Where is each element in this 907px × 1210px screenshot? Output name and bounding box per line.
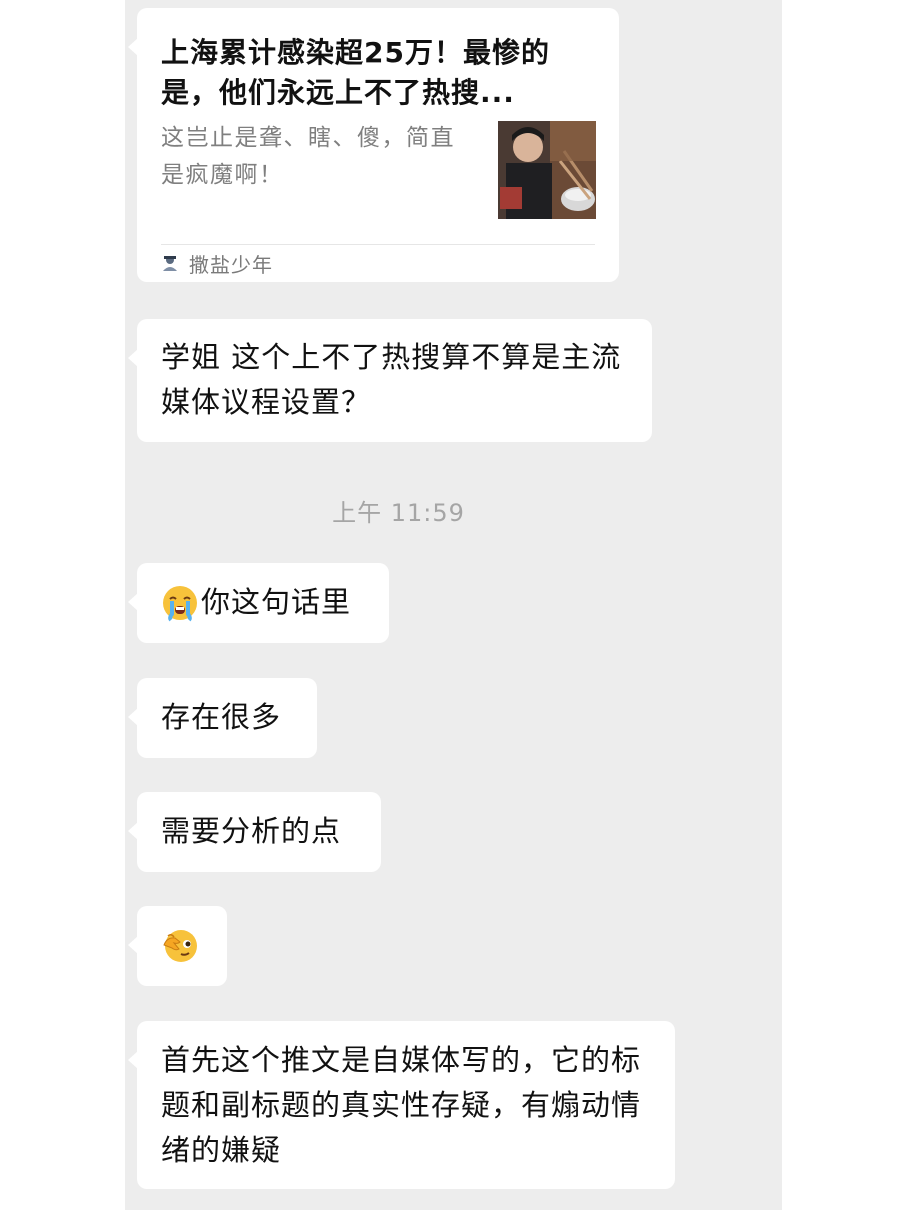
facepalm-emoji-icon: [163, 929, 197, 962]
crying-face-emoji-icon: [163, 585, 197, 621]
page: 上海累计感染超25万！最惨的是，他们永远上不了热搜... 这岂止是聋、瞎、傻，简…: [0, 0, 907, 1210]
chat-area[interactable]: 上海累计感染超25万！最惨的是，他们永远上不了热搜... 这岂止是聋、瞎、傻，简…: [125, 0, 782, 1210]
article-title: 上海累计感染超25万！最惨的是，他们永远上不了热搜...: [161, 36, 550, 109]
message-bubble[interactable]: 需要分析的点: [128, 792, 381, 872]
source-name: 撒盐少年: [189, 252, 273, 277]
article-thumbnail: [498, 121, 596, 219]
article-source[interactable]: 撒盐少年: [161, 250, 273, 277]
message-text: 存在很多: [161, 700, 282, 734]
message-bubble[interactable]: [128, 906, 227, 986]
message-text: 首先这个推文是自媒体写的，它的标题和副标题的真实性存疑，有煽动情绪的嫌疑: [161, 1043, 642, 1167]
message-bubble[interactable]: 首先这个推文是自媒体写的，它的标题和副标题的真实性存疑，有煽动情绪的嫌疑: [128, 1021, 675, 1189]
message-text: 你这句话里: [201, 585, 352, 619]
message-bubble[interactable]: 你这句话里: [128, 563, 389, 643]
source-avatar-icon: [163, 256, 177, 271]
message-bubble[interactable]: 学姐 这个上不了热搜算不算是主流媒体议程设置？: [128, 319, 652, 442]
timestamp: 上午 11:59: [332, 499, 465, 527]
article-card[interactable]: 上海累计感染超25万！最惨的是，他们永远上不了热搜... 这岂止是聋、瞎、傻，简…: [128, 8, 619, 282]
article-description: 这岂止是聋、瞎、傻，简直是疯魔啊！: [161, 125, 455, 188]
message-text: 需要分析的点: [161, 814, 342, 848]
message-bubble[interactable]: 存在很多: [128, 678, 317, 758]
message-text: 学姐 这个上不了热搜算不算是主流媒体议程设置？: [161, 340, 622, 419]
card-divider: [161, 244, 595, 245]
